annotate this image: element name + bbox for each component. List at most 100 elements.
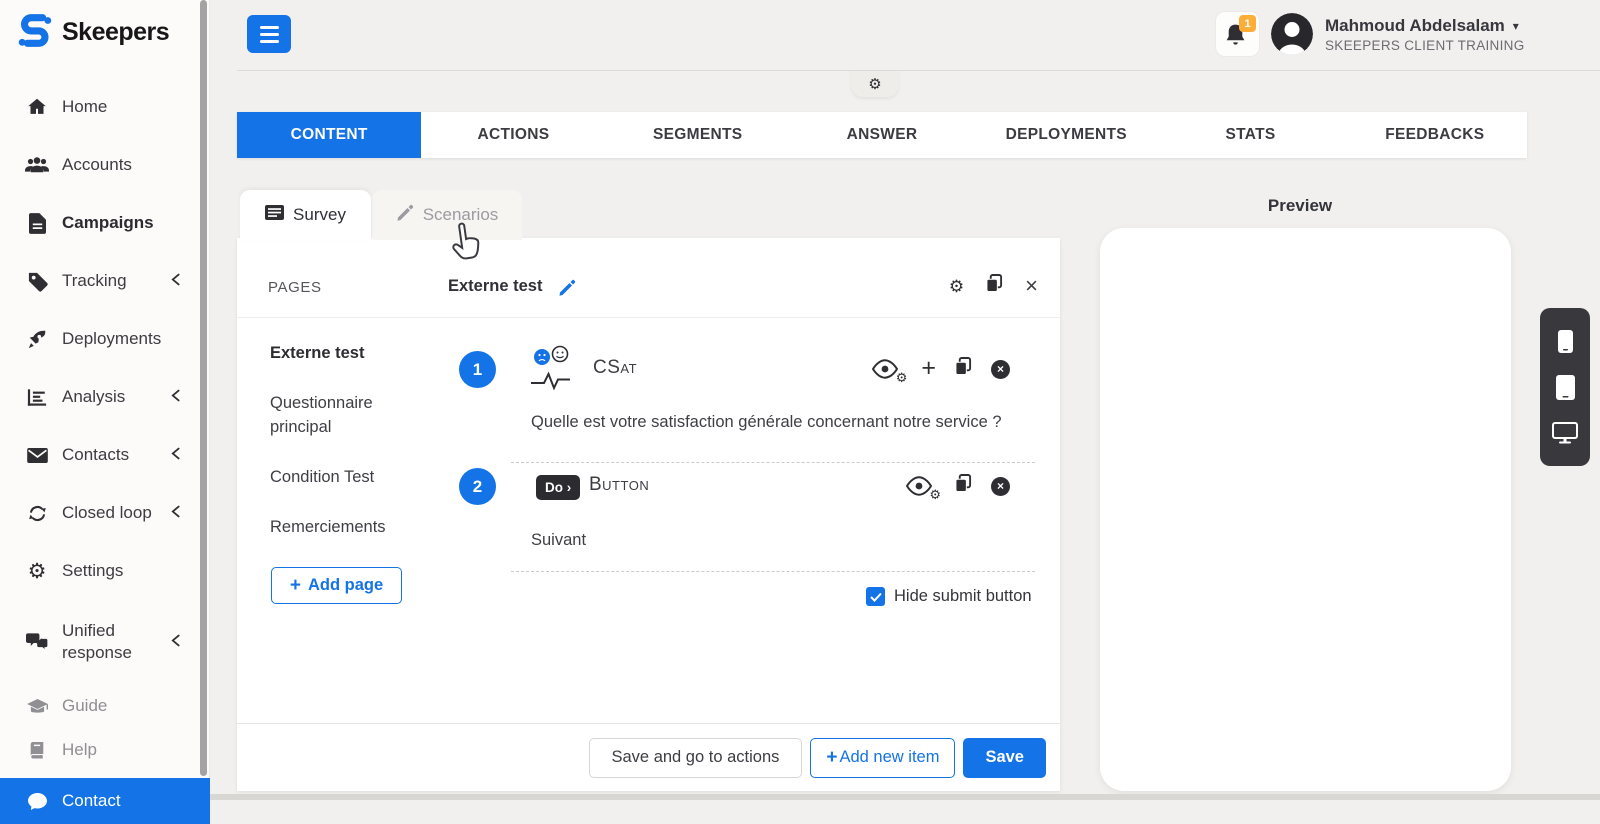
hide-submit-checkbox-row[interactable]: Hide submit button (866, 587, 1032, 606)
chevron-left-icon (171, 503, 180, 523)
survey-editor-card: PAGES Externe test ⚙ × Externe test Ques… (237, 238, 1060, 791)
document-icon (24, 213, 50, 234)
plus-icon: + (826, 748, 837, 767)
avatar[interactable] (1271, 13, 1313, 55)
duplicate-page-icon[interactable] (986, 274, 1003, 298)
add-page-button[interactable]: + Add page (271, 567, 402, 604)
close-icon[interactable]: × (1025, 275, 1038, 297)
account-name: SKEEPERS CLIENT TRAINING (1325, 38, 1525, 53)
sync-icon (24, 503, 50, 524)
item-divider (511, 462, 1035, 463)
sidebar-item-guide[interactable]: Guide (0, 684, 200, 728)
users-icon (24, 156, 50, 174)
chevron-left-icon (171, 271, 180, 291)
chevron-left-icon (171, 445, 180, 465)
hide-submit-label: Hide submit button (894, 587, 1032, 606)
item-type-label: CSat (593, 357, 637, 379)
item-number-badge: 2 (459, 468, 496, 505)
home-icon (24, 96, 50, 118)
sidebar-item-deployments[interactable]: Deployments (0, 310, 200, 368)
duplicate-item-icon[interactable] (955, 474, 972, 498)
delete-item-icon[interactable]: × (991, 360, 1010, 379)
pages-label: PAGES (268, 279, 322, 296)
tab-segments[interactable]: SEGMENTS (606, 112, 790, 158)
sidebar: Skeepers Home Accounts Campa (0, 0, 210, 800)
tab-answer[interactable]: ANSWER (790, 112, 974, 158)
sidebar-item-contacts[interactable]: Contacts (0, 426, 200, 484)
topbar-divider (237, 70, 1600, 71)
edit-page-title-icon[interactable] (558, 279, 576, 302)
checkbox-checked[interactable] (866, 587, 885, 606)
csat-icon (529, 345, 585, 396)
chevron-left-icon (171, 632, 180, 652)
brand-name: Skeepers (62, 18, 169, 47)
page-settings-icon[interactable]: ⚙ (949, 278, 964, 295)
item-divider (511, 571, 1035, 572)
add-below-icon[interactable]: + (921, 356, 936, 381)
rocket-icon (24, 328, 50, 350)
save-button[interactable]: Save (963, 738, 1046, 778)
tab-stats[interactable]: STATS (1158, 112, 1342, 158)
tab-survey[interactable]: Survey (240, 190, 371, 240)
save-and-go-to-actions-button[interactable]: Save and go to actions (589, 738, 803, 778)
page-list-item[interactable]: Questionnaire principal (270, 392, 398, 440)
sidebar-item-contact[interactable]: Contact (0, 778, 210, 824)
page-list-item[interactable]: Externe test (270, 342, 364, 366)
item-button-text: Suivant (531, 531, 586, 550)
tab-feedbacks[interactable]: FEEDBACKS (1343, 112, 1527, 158)
mobile-preview-icon[interactable] (1558, 330, 1573, 353)
sidebar-item-unified-response[interactable]: Unified response (0, 600, 200, 684)
chat-bubbles-icon (24, 632, 50, 652)
tab-deployments[interactable]: DEPLOYMENTS (974, 112, 1158, 158)
gear-icon: ⚙ (24, 561, 50, 582)
preview-title: Preview (1240, 196, 1360, 216)
sidebar-scrollbar[interactable] (200, 0, 207, 776)
item-actions: ⚙ × (906, 474, 1010, 498)
tablet-preview-icon[interactable] (1556, 375, 1575, 400)
sidebar-item-settings[interactable]: ⚙ Settings (0, 542, 200, 600)
item-actions: ⚙ + × (872, 357, 1010, 381)
sidebar-item-tracking[interactable]: Tracking (0, 252, 200, 310)
chat-bubble-icon (24, 792, 50, 811)
sidebar-item-help[interactable]: Help (0, 728, 200, 772)
item-number-badge: 1 (459, 351, 496, 388)
graduation-cap-icon (24, 698, 50, 715)
item-type-label: Button (589, 474, 649, 496)
sidebar-item-closed-loop[interactable]: Closed loop (0, 484, 200, 542)
sidebar-item-home[interactable]: Home (0, 78, 200, 136)
book-icon (24, 741, 50, 760)
add-new-item-button[interactable]: + Add new item (810, 738, 955, 778)
sidebar-item-accounts[interactable]: Accounts (0, 136, 200, 194)
tab-content[interactable]: CONTENT (237, 112, 421, 158)
skeepers-logo-icon (16, 11, 54, 54)
chart-icon (24, 388, 50, 407)
sidebar-item-analysis[interactable]: Analysis (0, 368, 200, 426)
gear-icon: ⚙ (896, 371, 908, 384)
device-switcher (1540, 308, 1590, 466)
gear-icon: ⚙ (868, 77, 881, 92)
preview-settings-icon[interactable]: ⚙ (872, 358, 902, 380)
menu-toggle-button[interactable] (247, 15, 291, 53)
window-bottom-edge (210, 794, 1600, 800)
duplicate-item-icon[interactable] (955, 357, 972, 381)
notifications-button[interactable]: 1 (1215, 11, 1260, 57)
desktop-preview-icon[interactable] (1552, 422, 1578, 444)
notification-badge: 1 (1239, 15, 1256, 32)
delete-item-icon[interactable]: × (991, 477, 1010, 496)
envelope-icon (24, 448, 50, 463)
preview-settings-icon[interactable]: ⚙ (906, 475, 936, 497)
gear-icon: ⚙ (929, 488, 941, 501)
chevron-left-icon (171, 387, 180, 407)
page-list-item[interactable]: Condition Test (270, 466, 374, 490)
tab-actions[interactable]: ACTIONS (421, 112, 605, 158)
settings-pull-tab[interactable]: ⚙ (851, 71, 899, 97)
plus-icon: + (290, 576, 301, 595)
do-action-badge[interactable]: Do › (536, 475, 580, 500)
editor-header: PAGES Externe test ⚙ × (237, 238, 1060, 318)
pencil-icon (396, 204, 414, 227)
user-menu[interactable]: Mahmoud Abdelsalam ▾ (1325, 16, 1519, 36)
current-page-title: Externe test (448, 277, 542, 296)
sidebar-item-campaigns[interactable]: Campaigns (0, 194, 200, 252)
editor-footer: Save and go to actions + Add new item Sa… (237, 723, 1060, 791)
page-list-item[interactable]: Remerciements (270, 516, 386, 540)
